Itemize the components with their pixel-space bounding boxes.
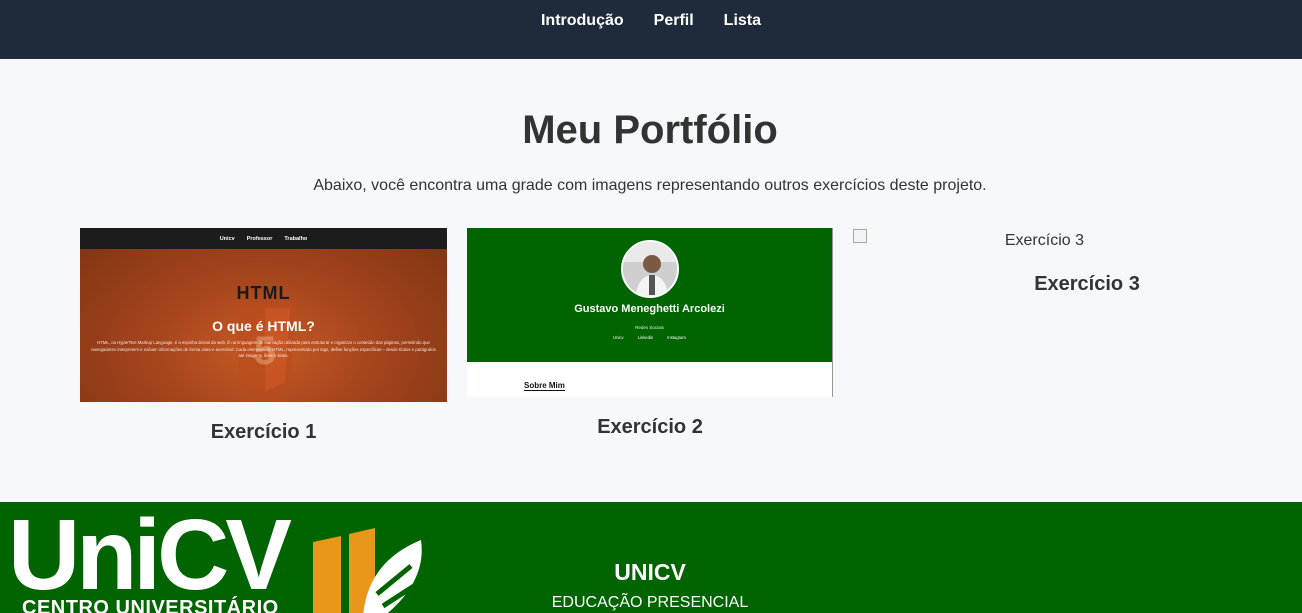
nav-link-perfil[interactable]: Perfil <box>654 12 694 30</box>
broken-image-icon <box>853 229 867 243</box>
thumb-social-label: Redes Sociais <box>635 325 664 330</box>
exercise-1-caption: Exercício 1 <box>210 421 317 443</box>
nav-link-lista[interactable]: Lista <box>724 12 761 30</box>
thumb-link: Instagram <box>667 335 686 340</box>
thumb-paragraph: HTML, ou HyperText Markup Language, é a … <box>91 340 436 358</box>
footer-subtitle: EDUCAÇÃO PRESENCIAL <box>551 594 749 611</box>
thumb-social-links: Unicv Linkedin Instagram <box>467 335 832 340</box>
thumb-heading: O que é HTML? <box>212 318 315 334</box>
thumb-logo-text: HTML <box>236 283 291 303</box>
thumb-profile-name: Gustavo Meneghetti Arcolezi <box>574 303 725 315</box>
exercise-2-caption: Exercício 2 <box>597 416 703 438</box>
exercise-1-image[interactable]: Unicv Professor Trabalho 5 HTML O que é … <box>80 228 447 402</box>
page-title: Meu Portfólio <box>522 108 778 152</box>
footer: UniCV CENTRO UNIVERSITÁRIO UNICV EDUCAÇÃ… <box>0 502 1302 613</box>
exercise-2-image[interactable]: Gustavo Meneghetti Arcolezi Redes Sociai… <box>467 228 833 397</box>
exercise-3-image[interactable]: Exercício 3 <box>852 228 1086 252</box>
avatar <box>621 240 679 298</box>
thumb-nav-item: Unicv <box>219 235 235 242</box>
thumb-nav-bar: Unicv Professor Trabalho <box>80 228 447 249</box>
nav-link-introducao[interactable]: Introdução <box>541 12 624 30</box>
thumb-section-title: Sobre Mim <box>524 381 565 391</box>
thumb-link: Linkedin <box>637 335 654 340</box>
footer-title: UNICV <box>614 559 686 585</box>
image-alt-text: Exercício 3 <box>1004 232 1084 249</box>
exercise-3-caption: Exercício 3 <box>1034 273 1140 295</box>
top-nav: Introdução Perfil Lista <box>0 0 1302 59</box>
thumb-nav-item: Trabalho <box>284 235 308 242</box>
thumb-link: Unicv <box>613 335 624 340</box>
intro-text: Abaixo, você encontra uma grade com imag… <box>313 177 987 194</box>
thumb-nav-item: Professor <box>246 235 273 242</box>
